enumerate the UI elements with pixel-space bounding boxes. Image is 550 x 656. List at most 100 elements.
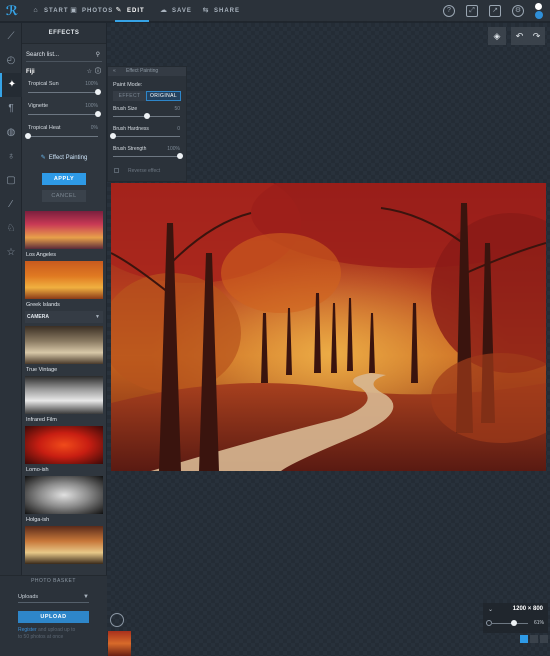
effect-thumb-infrared-film[interactable]: Infrared Film [22,376,106,426]
draw-icon[interactable]: ∕ [0,193,22,217]
cloud-icon: ☁ [160,7,168,14]
slider-track[interactable] [28,136,98,137]
expand-icon[interactable]: ↗ [489,5,501,17]
mode-original-button[interactable]: ORIGINAL [146,91,181,101]
search-input[interactable]: Search list... ⚲ [26,48,102,62]
paint-mode-label: Paint Mode: [113,82,143,88]
basket-photo-thumbnail[interactable] [108,631,131,656]
zoom-slider-track[interactable] [491,623,528,624]
help-circle-icon[interactable] [110,613,124,627]
star-icon[interactable]: ☆ [87,65,92,79]
view-single-button[interactable] [520,635,528,643]
effect-thumb-holga-ish[interactable]: Holga-ish [22,476,106,526]
slider-knob[interactable] [95,111,101,117]
zoom-slider-knob[interactable] [510,620,517,626]
text-icon[interactable]: ¶ [0,97,22,121]
thumbnail-image [25,426,103,464]
overlay-icon[interactable]: ♘ [0,217,22,241]
slider-tropical-sun[interactable]: Tropical Sun 100% [28,79,101,101]
chevron-down-icon[interactable]: ⌄ [488,606,493,613]
effect-thumb-greek-islands[interactable]: Greek Islands [22,261,106,311]
upload-button[interactable]: UPLOAD [18,611,89,623]
view-compare-button[interactable] [540,635,548,643]
slider-knob[interactable] [143,113,150,119]
basket-source-select[interactable]: Uploads ▼ [18,591,89,603]
panel-title: EFFECTS [22,23,106,44]
slider-track[interactable] [113,156,180,157]
slider-knob[interactable] [177,153,183,159]
mode-effect-button[interactable]: EFFECT [113,91,146,101]
effect-painting-panel: « Effect Painting Paint Mode: EFFECT ORI… [107,66,187,182]
register-link[interactable]: Register [18,627,37,633]
search-icon: ⚲ [95,52,100,58]
settings-icon[interactable]: ⚙ [512,5,524,17]
effect-thumbnail-list: Los Angeles Greek Islands CAMERA ▼ True … [22,211,106,564]
cancel-button[interactable]: CANCEL [42,190,86,202]
thumbnail-image [25,476,103,514]
effect-name: Fiji ☆ ⓘ [26,65,102,79]
apply-button[interactable]: APPLY [42,173,86,185]
nav-edit[interactable]: ✎ EDIT [115,0,149,22]
slider-tropical-heat[interactable]: Tropical Heat 0% [25,123,98,145]
effect-painting-button[interactable]: ✎ Effect Painting [28,151,100,165]
nav-photos[interactable]: ▣ PHOTOS [70,0,113,22]
zoom-control: ⌄ 1200 × 800 61% [483,603,548,633]
reverse-effect-checkbox[interactable]: Reverse effect [114,166,186,176]
photos-icon: ▣ [70,7,78,14]
user-icon[interactable] [535,3,542,10]
share-icon: ⇆ [202,7,210,14]
layers-icon[interactable]: ◈ [488,27,506,45]
slider-vignette[interactable]: Vignette 100% [28,101,101,123]
checkbox-box[interactable] [114,168,119,173]
group-header-camera[interactable]: CAMERA ▼ [25,311,103,323]
crop-icon[interactable]: ⟋ [0,25,22,49]
redo-icon[interactable]: ↷ [528,27,545,45]
effects-icon[interactable]: ✦ [0,73,22,97]
effect-thumb-los-angeles[interactable]: Los Angeles [22,211,106,261]
slider-brush-hardness[interactable]: Brush Hardness 0 [110,121,180,141]
effect-thumb-lomo-ish[interactable]: Lomo-ish [22,426,106,476]
info-icon[interactable]: ⓘ [95,65,101,79]
thumbnail-image [25,261,103,299]
photo-canvas[interactable] [111,183,546,471]
basket-note: Register and upload up to to 50 photos a… [18,627,76,640]
notification-dot [535,11,543,19]
retouch-icon[interactable]: ◍ [0,121,22,145]
frame-icon[interactable]: ▢ [0,169,22,193]
nav-share[interactable]: ⇆ SHARE [202,0,240,22]
favorites-icon[interactable]: ☆ [0,241,22,265]
chevron-down-icon: ▼ [83,594,89,600]
paint-mode-toggle: EFFECT ORIGINAL [113,91,181,101]
photo-basket: PHOTO BASKET Uploads ▼ UPLOAD Register a… [0,575,107,656]
slider-track[interactable] [28,92,98,93]
effect-thumb-next[interactable] [22,526,106,564]
adjust-icon[interactable]: ◴ [0,49,22,73]
slider-knob[interactable] [25,133,31,139]
view-split-button[interactable] [530,635,538,643]
nav-save[interactable]: ☁ SAVE [160,0,192,22]
slider-knob[interactable] [110,133,116,139]
undo-icon[interactable]: ↶ [511,27,528,45]
zoom-percent: 61% [533,620,544,626]
top-bar: ℛ ⌂ START ▣ PHOTOS ✎ EDIT ☁ SAVE ⇆ SHARE ? ⤢ … [0,0,550,22]
chevron-down-icon: ▼ [95,314,100,320]
thumbnail-image [25,326,103,364]
tool-strip: ⟋ ◴ ✦ ¶ ◍ ♁ ▢ ∕ ♘ ☆ [0,23,22,656]
help-icon[interactable]: ? [443,5,455,17]
slider-brush-strength[interactable]: Brush Strength 100% [113,141,183,161]
home-icon: ⌂ [33,7,39,14]
thumbnail-image [25,211,103,249]
nav-start[interactable]: ⌂ START [32,0,69,22]
wand-icon: ✎ [115,7,123,14]
fullscreen-icon[interactable]: ⤢ [466,5,478,17]
collapse-icon[interactable]: « [113,68,116,74]
slider-brush-size[interactable]: Brush Size 50 [113,101,180,121]
slider-knob[interactable] [95,89,101,95]
p-logo-icon[interactable]: ℛ [4,3,20,19]
stamp-icon[interactable]: ♁ [0,145,22,169]
basket-title: PHOTO BASKET [31,578,76,584]
slider-track[interactable] [113,136,180,137]
effects-panel: EFFECTS Search list... ⚲ Fiji ☆ ⓘ Tropic… [22,23,106,575]
effect-thumb-true-vintage[interactable]: True Vintage [22,326,106,376]
slider-track[interactable] [28,114,98,115]
